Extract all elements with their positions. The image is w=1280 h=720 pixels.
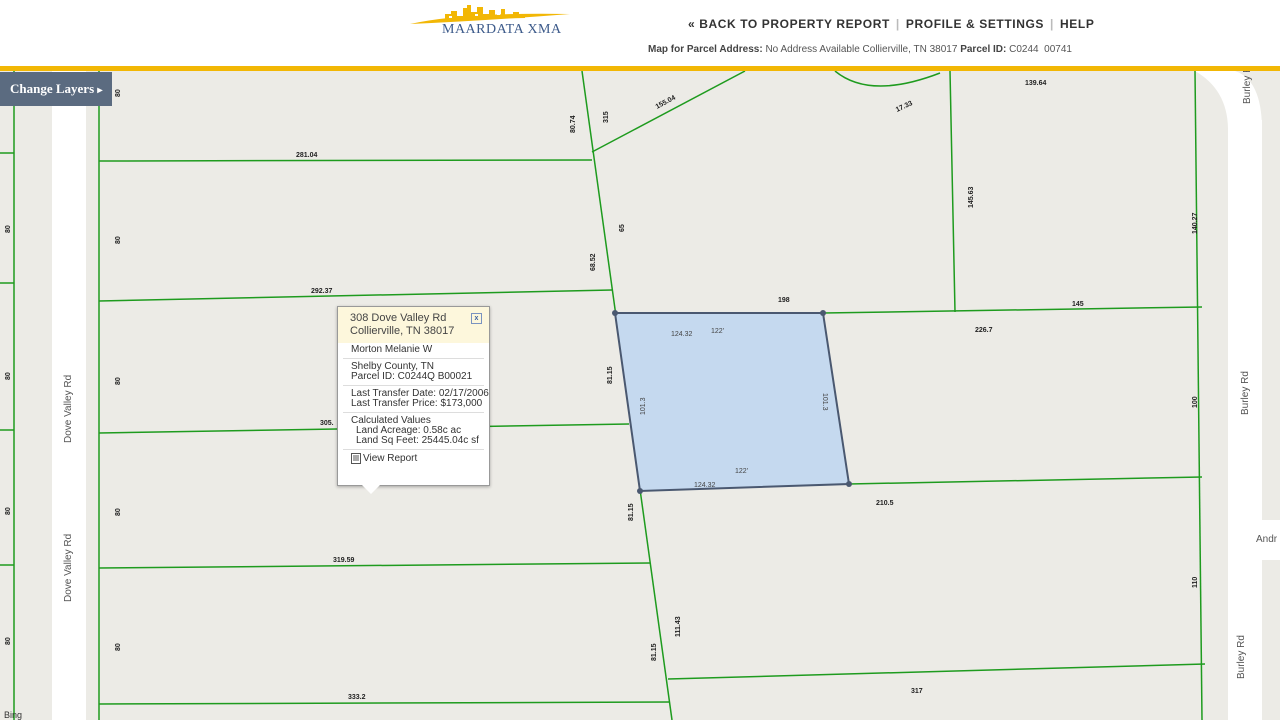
dim-label: 68.52 (590, 253, 597, 271)
street-label: Dove Valley Rd (63, 534, 74, 602)
parcel-info-line: Map for Parcel Address: No Address Avail… (648, 44, 1072, 55)
street-label: Burley Rd (1240, 371, 1251, 415)
dim-label: 124.32 (694, 482, 716, 489)
dim-label: 122' (711, 328, 724, 335)
parcel-info-popup: 308 Dove Valley Rd Collierville, TN 3801… (337, 306, 490, 494)
dim-label: 124.32 (671, 331, 693, 338)
back-to-report-link[interactable]: « BACK TO PROPERTY REPORT (682, 17, 896, 31)
popup-calculated-section: Calculated Values Land Acreage: 0.58c ac… (343, 412, 484, 449)
top-nav: « BACK TO PROPERTY REPORT | PROFILE & SETT… (682, 17, 1100, 31)
dim-label: 101.3 (821, 393, 828, 411)
dim-label: 100 (1192, 396, 1199, 408)
dim-label: 81.15 (628, 503, 635, 521)
parcel-id-label: Parcel ID: (960, 44, 1007, 55)
dim-label: 305. (320, 420, 334, 427)
close-icon[interactable]: x (471, 313, 482, 324)
change-layers-button[interactable]: Change Layers ▸ (0, 72, 112, 106)
popup-address-line2: Collierville, TN 38017 (350, 325, 455, 337)
dim-label: 226.7 (975, 327, 993, 334)
view-report-link[interactable]: View Report (343, 449, 484, 467)
popup-land-sqft: Land Sq Feet: 25445.04c sf (356, 435, 479, 446)
caret-right-icon: ▸ (97, 85, 103, 96)
road-burley (1228, 120, 1262, 720)
dim-label: 122' (735, 468, 748, 475)
parcel-map-canvas[interactable]: 80 80 80 80 80 80 80 80 80 80 281.04 292… (0, 71, 1280, 720)
street-label: Andr (1256, 534, 1278, 545)
popup-owner-section: Morton Melanie W (343, 343, 484, 358)
dim-label: 80 (115, 89, 122, 97)
popup-transfer-section: Last Transfer Date: 02/17/2006 Last Tran… (343, 385, 489, 412)
dim-label: 111.43 (675, 616, 682, 637)
dim-label: 81.15 (607, 366, 614, 384)
logo-text: MAARDATA XMA (442, 22, 562, 37)
selected-parcel[interactable] (613, 312, 851, 493)
dim-label: 80 (5, 372, 12, 380)
popup-pointer (362, 485, 380, 494)
dim-label: 139.64 (1025, 80, 1047, 87)
popup-location-section: Shelby County, TN Parcel ID: C0244Q B000… (343, 358, 484, 385)
dim-label: 198 (778, 297, 790, 304)
dim-label: 80 (5, 637, 12, 645)
dim-label: 315 (603, 111, 610, 123)
parcel-id-value: C0244 00741 (1009, 44, 1072, 55)
dim-label: 110 (1192, 577, 1199, 588)
dim-label: 17.33 (895, 100, 914, 114)
dimension-labels: 80 80 80 80 80 80 80 80 80 80 281.04 292… (5, 80, 1199, 701)
report-document-icon (351, 453, 361, 464)
parcel-boundaries (0, 71, 1206, 720)
dim-label: 80.74 (570, 115, 577, 133)
dim-label: 80 (115, 643, 122, 651)
dim-label: 145.63 (968, 186, 975, 208)
bing-attribution: Bing (4, 710, 23, 720)
dim-label: 281.04 (296, 152, 318, 159)
dim-label: 140.27 (1192, 212, 1199, 234)
dim-label: 80 (115, 236, 122, 244)
popup-owner: Morton Melanie W (351, 344, 433, 355)
parcel-address-label: Map for Parcel Address: (648, 44, 763, 55)
popup-address-line1: 308 Dove Valley Rd (350, 312, 447, 324)
change-layers-label: Change Layers (10, 81, 95, 96)
street-label: Burley Rd (1242, 71, 1253, 104)
popup-parcel-id: Parcel ID: C0244Q B00021 (351, 371, 473, 382)
dim-label: 319.59 (333, 557, 355, 564)
street-label: Burley Rd (1236, 635, 1247, 679)
dim-label: 145 (1072, 301, 1084, 308)
view-report-label: View Report (363, 452, 418, 464)
dim-label: 80 (115, 377, 122, 385)
dim-label: 80 (115, 508, 122, 516)
dim-label: 317 (911, 688, 923, 695)
dim-label: 210.5 (876, 500, 894, 507)
help-link[interactable]: HELP (1054, 17, 1100, 31)
dim-label: 81.15 (651, 643, 658, 661)
dim-label: 80 (5, 225, 12, 233)
app-header: MAARDATA XMA « BACK TO PROPERTY REPORT | P… (0, 0, 1280, 66)
parcel-map[interactable]: 80 80 80 80 80 80 80 80 80 80 281.04 292… (0, 71, 1280, 720)
dim-label: 80 (5, 507, 12, 515)
dim-label: 101.3 (640, 397, 647, 415)
dim-label: 333.2 (348, 694, 366, 701)
profile-settings-link[interactable]: PROFILE & SETTINGS (900, 17, 1050, 31)
popup-transfer-price: Last Transfer Price: $173,000 (351, 398, 483, 409)
parcel-address-value: No Address Available Collierville, TN 38… (765, 44, 958, 55)
street-label: Dove Valley Rd (63, 375, 74, 443)
dim-label: 65 (619, 224, 626, 232)
dim-label: 292.37 (311, 288, 333, 295)
popup-address: 308 Dove Valley Rd Collierville, TN 3801… (338, 307, 489, 343)
